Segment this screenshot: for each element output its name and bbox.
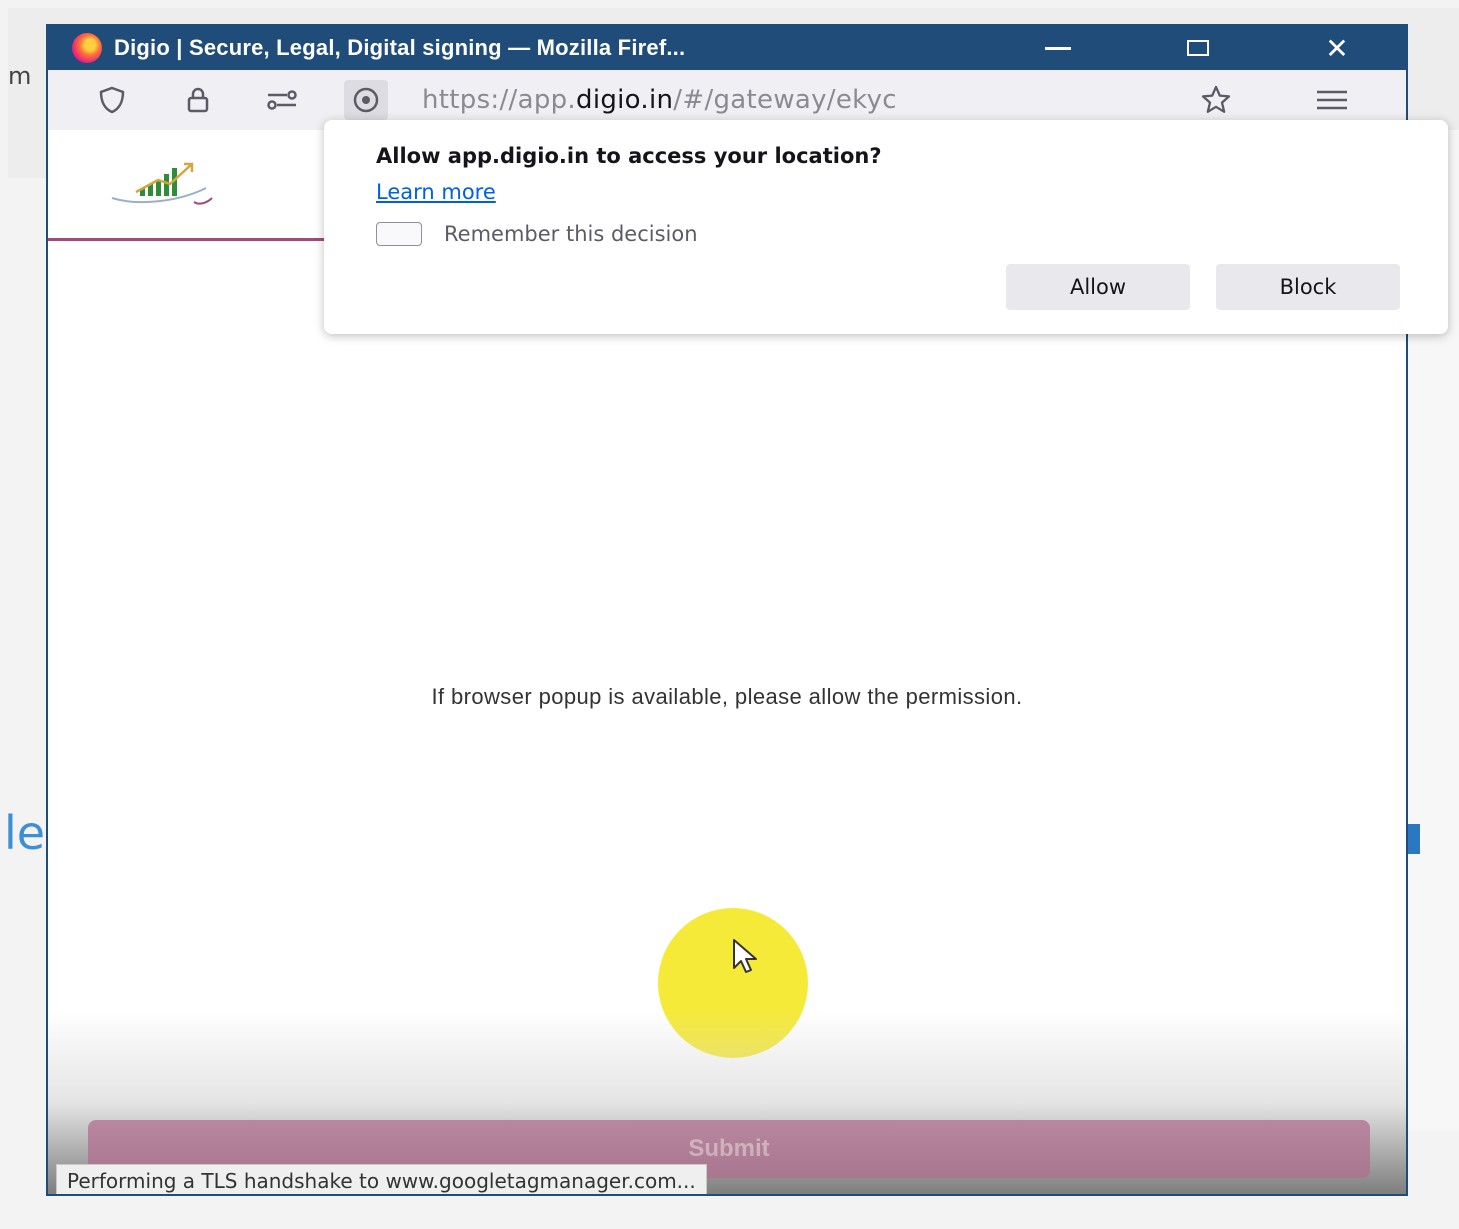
window-title: Digio | Secure, Legal, Digital signing —… — [114, 35, 686, 60]
permissions-icon[interactable] — [260, 80, 304, 120]
location-permission-popup: Allow app.digio.in to access your locati… — [324, 120, 1448, 334]
maximize-button[interactable] — [1163, 26, 1233, 70]
background-heading-fragment: le — [4, 806, 46, 860]
shield-icon[interactable] — [90, 80, 134, 120]
window-titlebar[interactable]: Digio | Secure, Legal, Digital signing —… — [48, 26, 1406, 70]
url-bar[interactable]: https://app.digio.in/#/gateway/ekyc — [422, 82, 897, 118]
close-icon: ✕ — [1325, 32, 1349, 64]
minimize-icon — [1045, 46, 1071, 50]
remember-decision-label: Remember this decision — [444, 222, 698, 246]
close-button[interactable]: ✕ — [1302, 26, 1372, 70]
brand-logo — [108, 158, 218, 214]
status-bar: Performing a TLS handshake to www.google… — [56, 1164, 707, 1194]
maximize-icon — [1187, 40, 1209, 56]
minimize-button[interactable] — [1023, 26, 1093, 70]
url-domain: digio.in — [576, 85, 674, 115]
location-icon[interactable] — [344, 80, 388, 120]
permission-prompt-title: Allow app.digio.in to access your locati… — [376, 144, 882, 168]
remember-decision-checkbox[interactable] — [376, 222, 422, 246]
allow-button[interactable]: Allow — [1006, 264, 1190, 310]
lock-icon[interactable] — [176, 80, 220, 120]
star-icon[interactable] — [1194, 80, 1238, 120]
firefox-logo-icon — [72, 33, 102, 63]
menu-icon[interactable] — [1310, 80, 1354, 120]
mouse-pointer-icon — [733, 939, 757, 973]
permission-message: If browser popup is available, please al… — [431, 684, 1023, 709]
block-button[interactable]: Block — [1216, 264, 1400, 310]
background-accent — [1408, 824, 1420, 854]
url-prefix: https://app. — [422, 85, 577, 115]
url-path: /#/gateway/ekyc — [673, 85, 897, 115]
header-accent-line — [48, 238, 348, 241]
background-text-fragment: m — [8, 62, 32, 90]
learn-more-link[interactable]: Learn more — [376, 180, 496, 204]
remember-decision-row[interactable]: Remember this decision — [376, 222, 698, 246]
